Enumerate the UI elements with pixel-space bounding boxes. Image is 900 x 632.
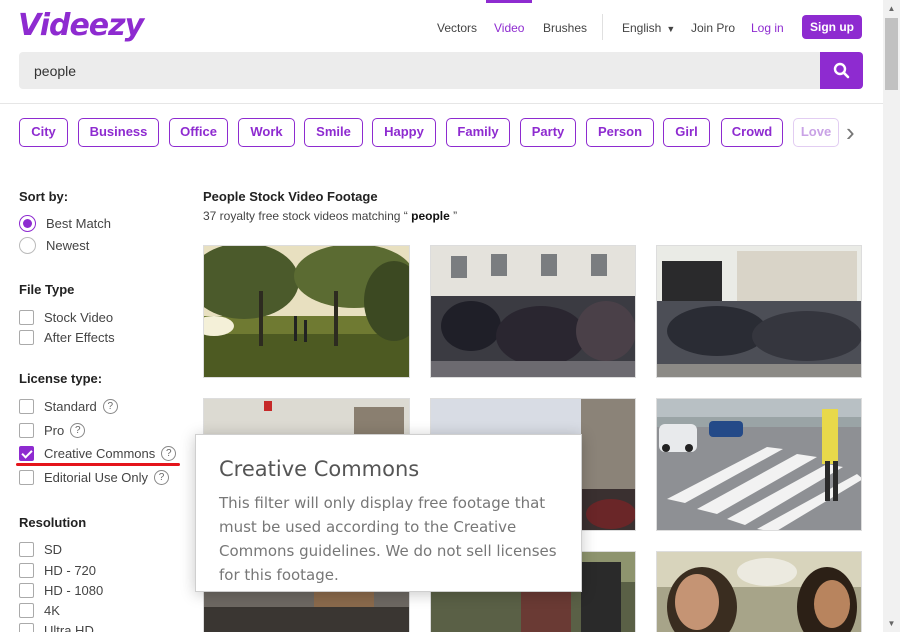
filter-stock-video[interactable]: Stock Video	[19, 308, 113, 326]
search-bar	[19, 52, 821, 89]
highlight-underline	[16, 463, 180, 466]
tag-business[interactable]: Business	[78, 118, 159, 147]
park-sunset-image	[204, 246, 409, 377]
help-icon[interactable]: ?	[161, 445, 177, 461]
video-thumbnail[interactable]	[656, 551, 862, 632]
filter-ultra-hd[interactable]: Ultra HD	[19, 621, 94, 632]
filter-hd-720[interactable]: HD - 720	[19, 561, 96, 579]
filter-4k[interactable]: 4K	[19, 601, 60, 619]
file-type-heading: File Type	[19, 282, 75, 297]
filter-standard[interactable]: Standard?	[19, 397, 118, 415]
scrollbar-track[interactable]	[883, 0, 900, 632]
crosswalk-image	[657, 399, 861, 530]
filter-sd[interactable]: SD	[19, 540, 62, 558]
video-thumbnail[interactable]	[430, 245, 636, 378]
scrollbar-thumb[interactable]	[885, 18, 898, 90]
search-input[interactable]	[19, 52, 821, 89]
crowd-street-image	[431, 246, 635, 377]
sort-best-match[interactable]: Best Match	[19, 214, 111, 232]
nav-vectors[interactable]: Vectors	[437, 10, 477, 46]
checkbox[interactable]	[19, 622, 34, 632]
creative-commons-tooltip: Creative Commons This filter will only d…	[195, 434, 582, 592]
resolution-heading: Resolution	[19, 515, 87, 530]
search-button[interactable]	[820, 52, 863, 89]
sort-by-heading: Sort by:	[19, 189, 69, 204]
sort-label: Best Match	[46, 215, 112, 231]
header-divider	[0, 103, 883, 104]
help-icon[interactable]: ?	[154, 469, 170, 485]
checkbox-checked[interactable]	[19, 445, 34, 461]
results-query: people	[411, 209, 450, 223]
tag-girl[interactable]: Girl	[663, 118, 710, 147]
scroll-down-arrow-icon[interactable]: ▼	[883, 615, 900, 632]
filter-label: Pro	[44, 422, 65, 438]
sort-label: Newest	[46, 237, 90, 253]
quote-close: ”	[453, 209, 458, 223]
language-dropdown[interactable]: English ▼	[622, 10, 675, 46]
search-icon	[833, 62, 850, 79]
nav-join-pro[interactable]: Join Pro	[691, 10, 735, 46]
filter-label: SD	[44, 541, 63, 557]
filter-label: Ultra HD	[44, 622, 94, 632]
filter-label: HD - 1080	[44, 582, 104, 598]
video-thumbnail[interactable]	[203, 245, 410, 378]
results-title: People Stock Video Footage	[203, 189, 378, 204]
signup-button[interactable]: Sign up	[802, 15, 862, 39]
chevron-down-icon: ▼	[666, 24, 676, 34]
filter-label: 4K	[44, 602, 60, 618]
language-label: English	[622, 21, 662, 35]
tag-family[interactable]: Family	[446, 118, 510, 147]
tag-love[interactable]: Love	[793, 118, 839, 147]
tooltip-body: This filter will only display free foota…	[219, 494, 557, 584]
filter-creative-commons[interactable]: Creative Commons?	[19, 444, 177, 462]
tag-crowd[interactable]: Crowd	[721, 118, 783, 147]
checkbox[interactable]	[19, 582, 34, 598]
checkbox[interactable]	[19, 309, 34, 325]
video-thumbnail[interactable]	[656, 398, 862, 531]
chevron-right-icon[interactable]: ›	[846, 119, 855, 145]
checkbox[interactable]	[19, 562, 34, 578]
sort-newest[interactable]: Newest	[19, 236, 89, 254]
checkbox[interactable]	[19, 329, 34, 345]
crowd-building-image	[657, 246, 861, 377]
license-type-heading: License type:	[19, 371, 103, 386]
filter-editorial-use-only[interactable]: Editorial Use Only?	[19, 468, 170, 486]
help-icon[interactable]: ?	[70, 422, 86, 438]
help-icon[interactable]: ?	[102, 398, 118, 414]
tag-city[interactable]: City	[19, 118, 68, 147]
tooltip-title: Creative Commons	[219, 457, 420, 481]
tag-party[interactable]: Party	[520, 118, 576, 147]
login-link[interactable]: Log in	[751, 10, 784, 46]
checkbox[interactable]	[19, 469, 34, 485]
filter-label: After Effects	[44, 329, 115, 345]
results-count-text: 37 royalty free stock videos matching	[203, 209, 401, 223]
results-count: 37 royalty free stock videos matching “ …	[203, 209, 457, 223]
checkbox[interactable]	[19, 541, 34, 557]
tag-work[interactable]: Work	[238, 118, 295, 147]
filter-label: Standard	[44, 398, 97, 414]
video-thumbnail[interactable]	[656, 245, 862, 378]
quote-open: “	[403, 209, 408, 223]
tag-smile[interactable]: Smile	[304, 118, 363, 147]
filter-hd-1080[interactable]: HD - 1080	[19, 581, 103, 599]
nav-video[interactable]: Video	[485, 0, 534, 46]
checkbox[interactable]	[19, 602, 34, 618]
filter-label: Creative Commons	[44, 445, 156, 461]
checkbox[interactable]	[19, 398, 34, 414]
filter-label: Editorial Use Only	[44, 469, 149, 485]
nav-brushes[interactable]: Brushes	[543, 10, 587, 46]
checkbox[interactable]	[19, 422, 34, 438]
tag-person[interactable]: Person	[586, 118, 654, 147]
filter-label: Stock Video	[44, 309, 114, 325]
couple-fountain-image	[657, 552, 861, 632]
filter-pro[interactable]: Pro?	[19, 421, 86, 439]
nav-divider	[602, 14, 603, 40]
filter-label: HD - 720	[44, 562, 97, 578]
radio-selected[interactable]	[19, 214, 36, 232]
filter-after-effects[interactable]: After Effects	[19, 328, 115, 346]
radio[interactable]	[19, 236, 36, 254]
tag-happy[interactable]: Happy	[372, 118, 436, 147]
tag-office[interactable]: Office	[169, 118, 228, 147]
scroll-up-arrow-icon[interactable]: ▲	[883, 0, 900, 17]
